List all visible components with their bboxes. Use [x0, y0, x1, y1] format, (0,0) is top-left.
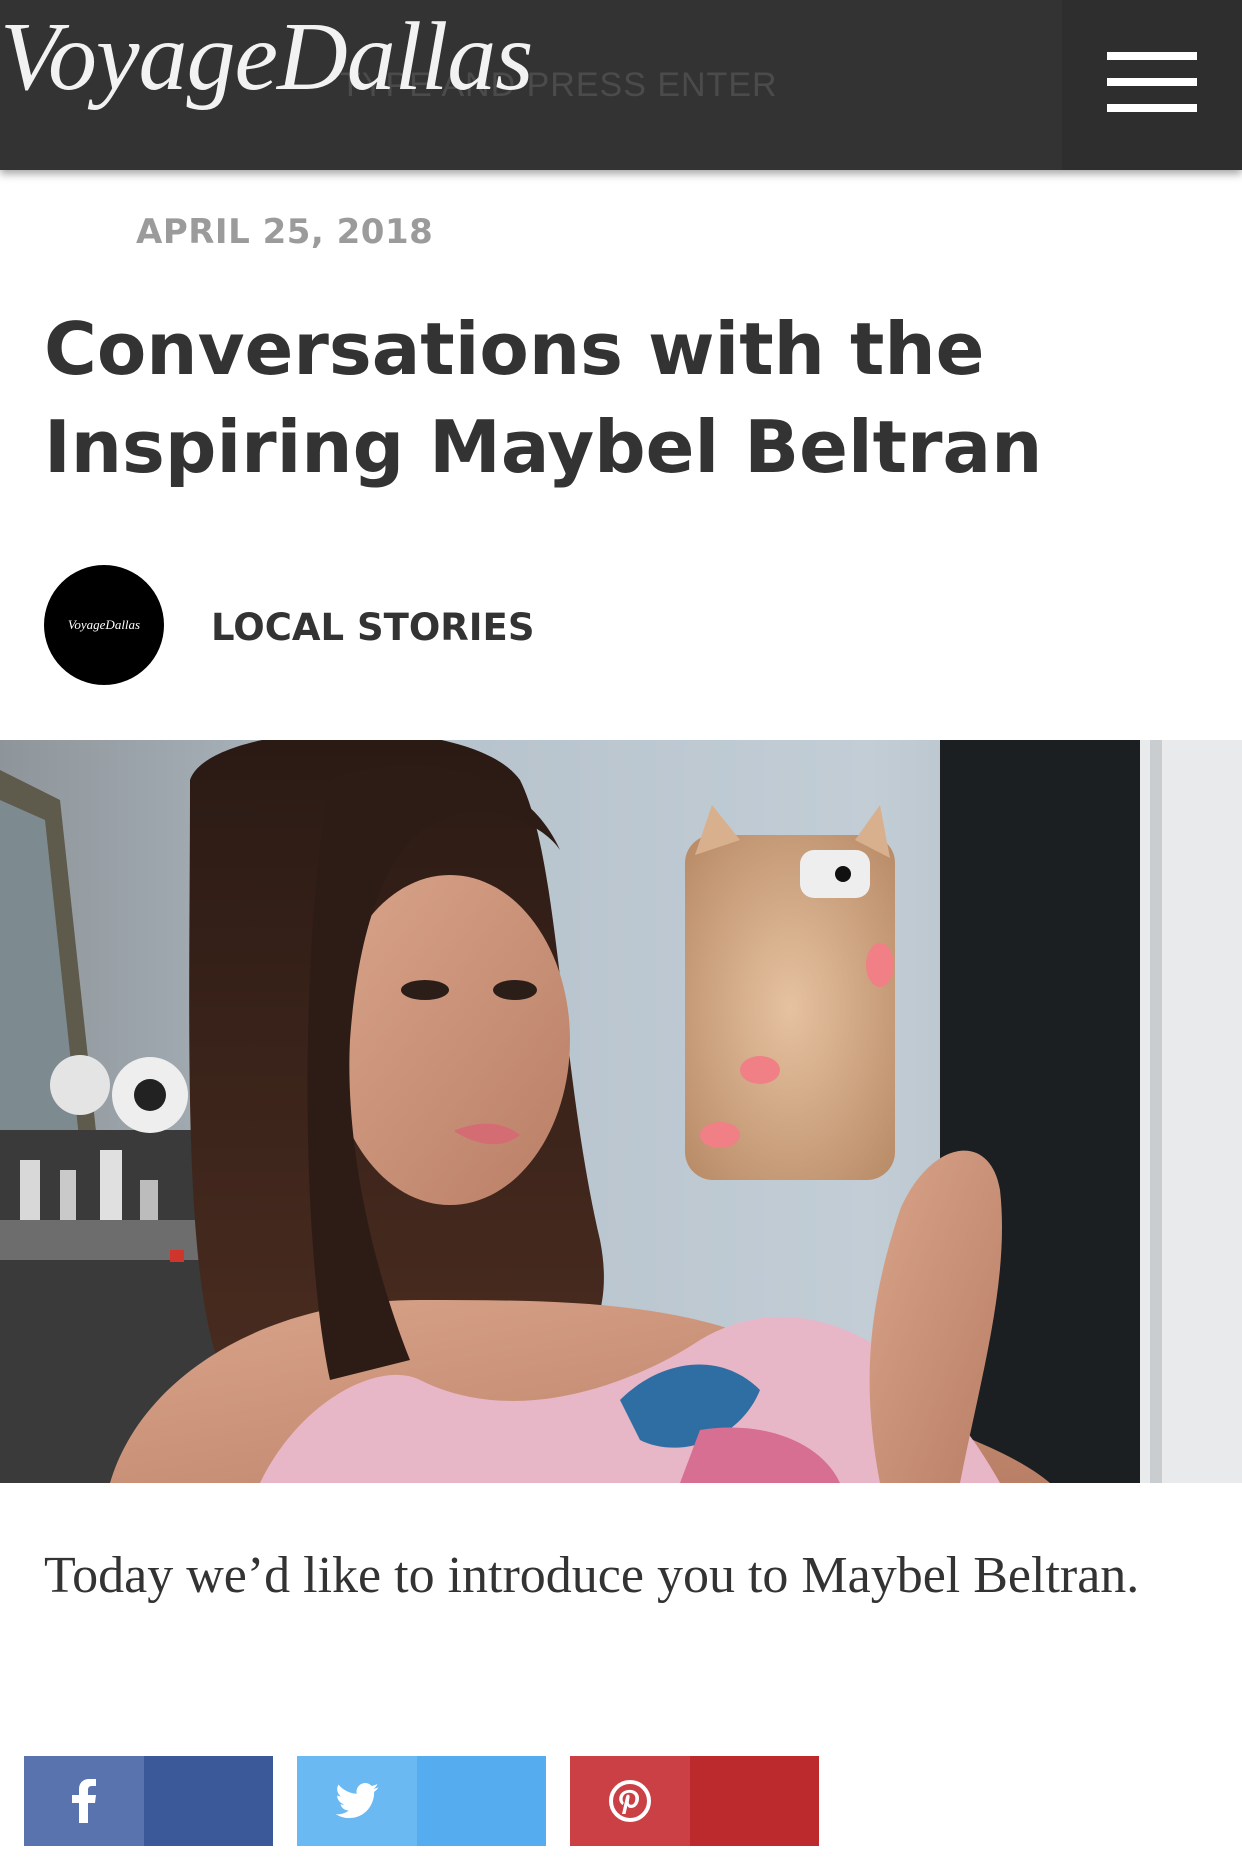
- site-header: TYPE AND PRESS ENTER VoyageDallas: [0, 0, 1242, 170]
- category-link[interactable]: LOCAL STORIES: [211, 606, 534, 649]
- featured-photo: [0, 740, 1242, 1483]
- twitter-icon: [297, 1756, 417, 1846]
- share-pinterest-button[interactable]: [570, 1756, 819, 1846]
- site-logo[interactable]: VoyageDallas: [0, 2, 533, 112]
- article-title: Conversations with the Inspiring Maybel …: [44, 307, 1043, 489]
- article-intro: Today we’d like to introduce you to Mayb…: [44, 1547, 1140, 1604]
- menu-button[interactable]: [1062, 0, 1242, 170]
- pinterest-icon: [570, 1756, 690, 1846]
- author-avatar[interactable]: VoyageDallas: [44, 565, 164, 685]
- share-twitter-button[interactable]: [297, 1756, 546, 1846]
- article-date: APRIL 25, 2018: [136, 212, 434, 252]
- facebook-icon: [24, 1756, 144, 1846]
- share-facebook-button[interactable]: [24, 1756, 273, 1846]
- author-avatar-logo: VoyageDallas: [67, 617, 141, 632]
